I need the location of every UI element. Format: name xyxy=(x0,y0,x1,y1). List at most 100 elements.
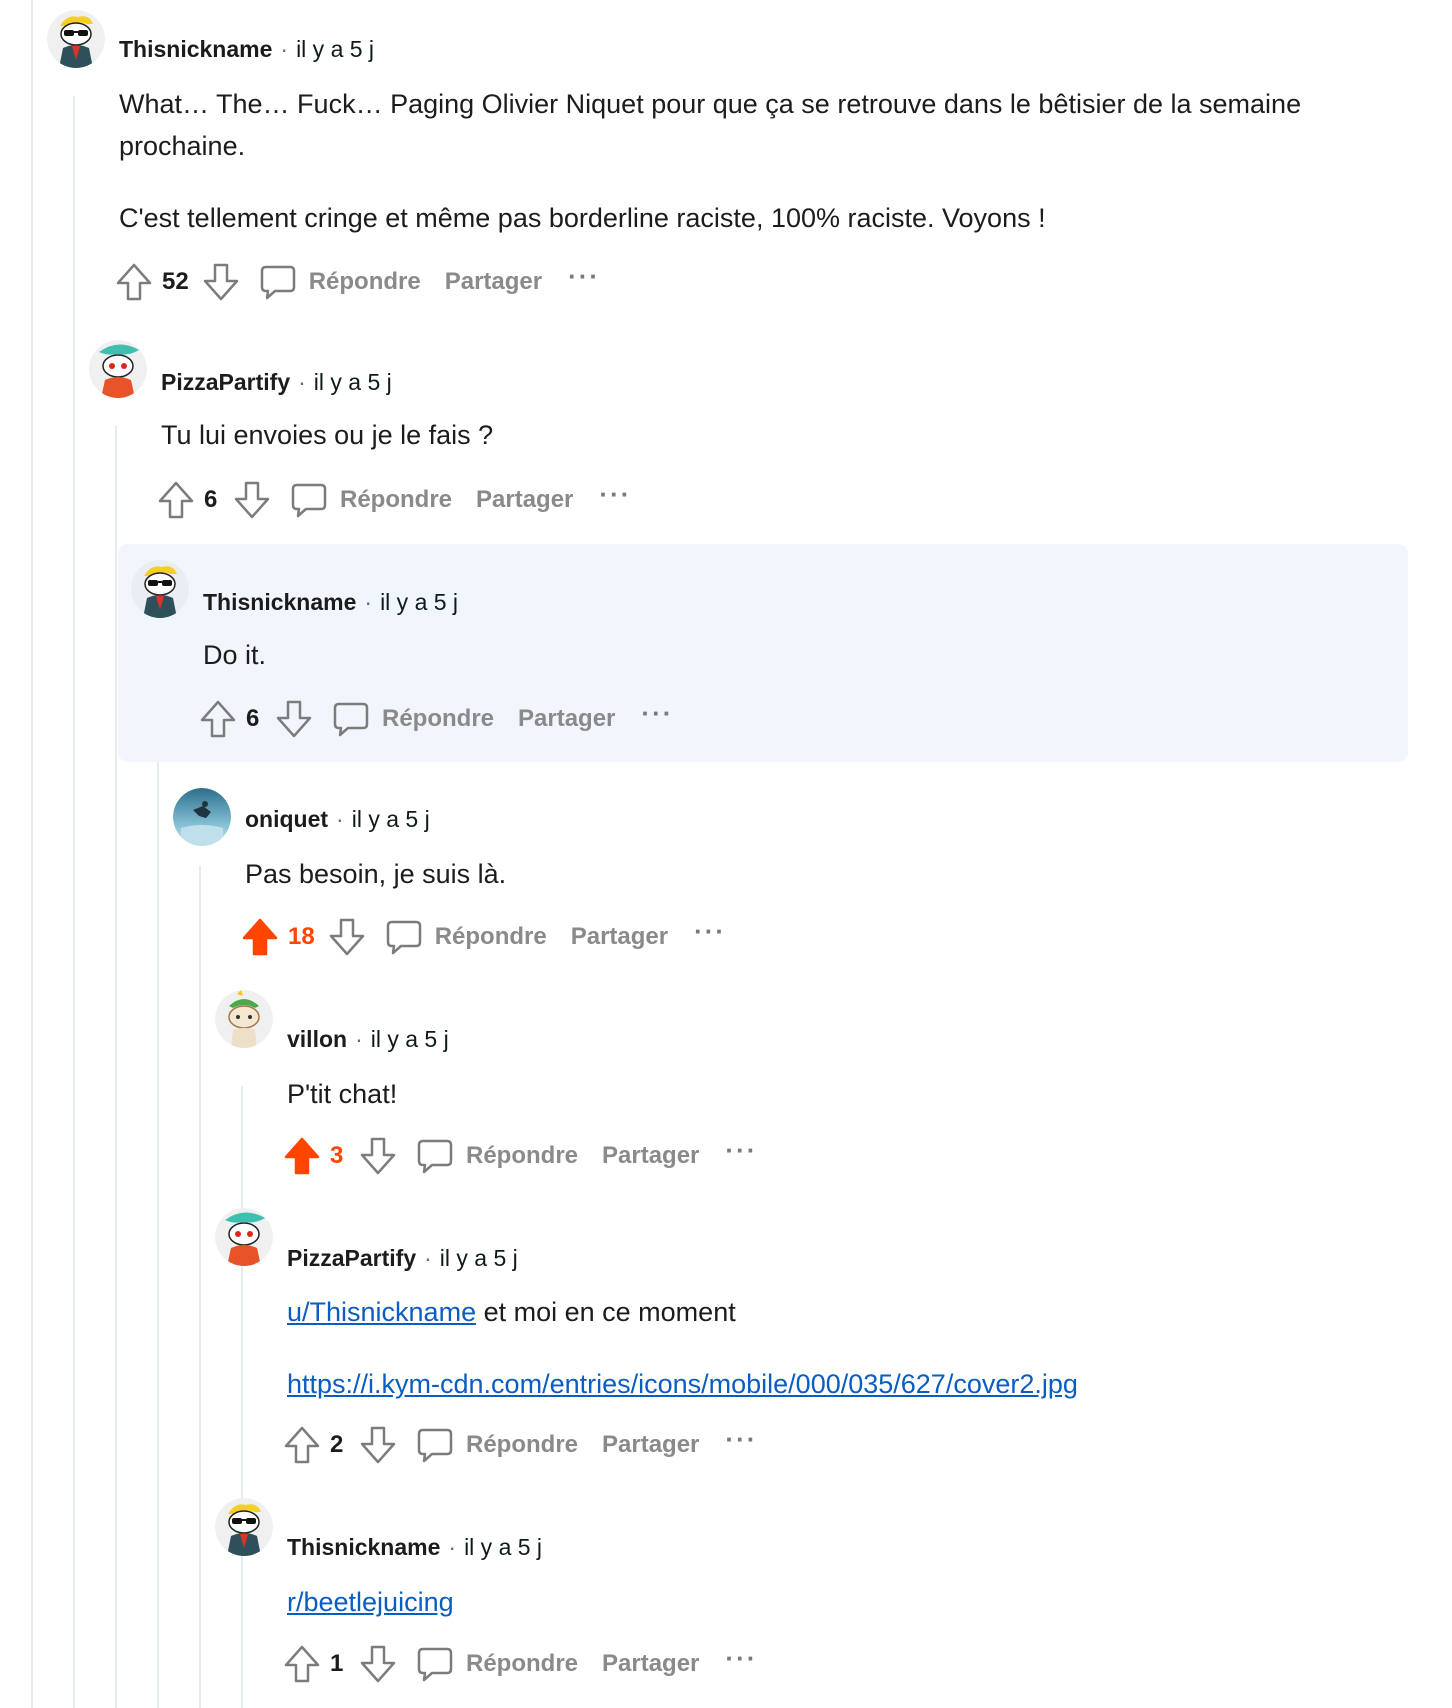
downvote-arrow-icon xyxy=(276,700,312,738)
downvote-button[interactable] xyxy=(358,1423,398,1467)
downvote-arrow-icon xyxy=(203,263,238,301)
comment-actions: 18 Répondre Partager ··· xyxy=(240,915,726,959)
reply-button[interactable]: Répondre xyxy=(259,263,421,301)
comment-bubble-icon xyxy=(417,1647,453,1682)
downvote-button[interactable] xyxy=(358,1134,398,1178)
vote-score: 6 xyxy=(246,705,260,732)
comment-author[interactable]: PizzaPartify xyxy=(161,369,290,395)
share-button[interactable]: Partager xyxy=(602,1431,699,1459)
snoo-shark-hat-avatar-icon xyxy=(89,340,147,398)
upvote-button[interactable] xyxy=(282,1134,322,1178)
comment-author[interactable]: Thisnickname xyxy=(203,589,356,615)
share-button[interactable]: Partager xyxy=(445,268,542,296)
share-button[interactable]: Partager xyxy=(571,923,668,951)
reply-label: Répondre xyxy=(434,923,547,950)
comment-time[interactable]: il y a 5 j xyxy=(380,589,458,615)
meta-separator: · xyxy=(448,1534,457,1560)
downvote-button[interactable] xyxy=(232,478,272,522)
reply-button[interactable]: Répondre xyxy=(416,1645,578,1683)
more-options-button[interactable]: ··· xyxy=(725,1135,757,1166)
more-options-button[interactable]: ··· xyxy=(568,261,600,292)
reply-label: Répondre xyxy=(308,268,421,295)
upvote-button[interactable] xyxy=(198,697,238,741)
user-avatar[interactable] xyxy=(89,340,147,398)
comment-time[interactable]: il y a 5 j xyxy=(352,806,430,832)
reply-button[interactable]: Répondre xyxy=(290,481,452,519)
more-options-button[interactable]: ··· xyxy=(725,1643,757,1674)
comment-bubble-icon xyxy=(333,702,369,737)
comment-meta: PizzaPartify · il y a 5 j xyxy=(287,1243,518,1273)
meta-separator: · xyxy=(424,1245,432,1271)
subreddit-link[interactable]: r/beetlejuicing xyxy=(287,1587,454,1617)
snoo-cat-hat-avatar-icon xyxy=(215,990,273,1048)
comment-author[interactable]: PizzaPartify xyxy=(287,1245,416,1271)
thread-line[interactable] xyxy=(157,646,159,1708)
thread-line[interactable] xyxy=(73,96,75,1708)
thread-line[interactable] xyxy=(241,1086,243,1708)
comment-author[interactable]: oniquet xyxy=(245,806,328,832)
thread-line[interactable] xyxy=(31,0,33,1708)
upvote-button[interactable] xyxy=(282,1642,322,1686)
upvote-button[interactable] xyxy=(240,915,280,959)
more-options-button[interactable]: ··· xyxy=(599,479,631,510)
downvote-arrow-icon xyxy=(360,1426,396,1464)
comment-paragraph: u/Thisnickname et moi en ce moment xyxy=(287,1291,1387,1333)
upvote-button[interactable] xyxy=(114,260,154,304)
comment-body: u/Thisnickname et moi en ce moment https… xyxy=(287,1291,1387,1405)
downvote-button[interactable] xyxy=(274,697,314,741)
user-avatar[interactable] xyxy=(47,10,105,68)
photo-avatar-icon xyxy=(173,788,231,846)
upvote-button[interactable] xyxy=(282,1423,322,1467)
user-avatar[interactable] xyxy=(173,788,231,846)
user-avatar[interactable] xyxy=(131,560,189,618)
user-mention-link[interactable]: u/Thisnickname xyxy=(287,1297,476,1327)
downvote-button[interactable] xyxy=(201,260,241,304)
comment-meta: Thisnickname · il y a 5 j xyxy=(287,1532,542,1562)
upvote-button[interactable] xyxy=(156,478,196,522)
comment-author[interactable]: villon xyxy=(287,1026,347,1052)
share-button[interactable]: Partager xyxy=(602,1142,699,1170)
thread-line[interactable] xyxy=(115,426,117,1708)
comment-meta: PizzaPartify · il y a 5 j xyxy=(161,367,392,397)
snoo-sunglasses-avatar-icon xyxy=(215,1498,273,1556)
downvote-button[interactable] xyxy=(327,915,367,959)
reply-label: Répondre xyxy=(466,1431,579,1458)
thread-line[interactable] xyxy=(199,866,201,1708)
downvote-arrow-icon xyxy=(360,1645,396,1683)
user-avatar[interactable] xyxy=(215,1208,273,1266)
comment-body: Do it. xyxy=(203,634,1353,676)
more-options-button[interactable]: ··· xyxy=(725,1424,757,1455)
user-avatar[interactable] xyxy=(215,990,273,1048)
reply-button[interactable]: Répondre xyxy=(416,1137,578,1175)
comment-time[interactable]: il y a 5 j xyxy=(296,36,374,62)
comment-paragraph: Do it. xyxy=(203,640,267,670)
downvote-button[interactable] xyxy=(358,1642,398,1686)
more-options-button[interactable]: ··· xyxy=(641,698,673,729)
comment-author[interactable]: Thisnickname xyxy=(119,36,272,62)
reply-label: Répondre xyxy=(466,1142,579,1169)
meta-separator: · xyxy=(355,1026,363,1052)
comment-bubble-icon xyxy=(417,1428,453,1463)
more-options-button[interactable]: ··· xyxy=(694,916,726,947)
share-button[interactable]: Partager xyxy=(518,705,615,733)
reply-button[interactable]: Répondre xyxy=(332,700,494,738)
comment-meta: villon · il y a 5 j xyxy=(287,1024,449,1054)
image-url-link[interactable]: https://i.kym-cdn.com/entries/icons/mobi… xyxy=(287,1369,1078,1399)
comment-time[interactable]: il y a 5 j xyxy=(314,369,392,395)
upvote-arrow-filled-icon xyxy=(284,1137,320,1175)
share-button[interactable]: Partager xyxy=(476,486,573,514)
vote-score: 1 xyxy=(330,1650,344,1677)
comment-author[interactable]: Thisnickname xyxy=(287,1534,440,1560)
reply-button[interactable]: Répondre xyxy=(385,918,547,956)
reply-button[interactable]: Répondre xyxy=(416,1426,578,1464)
comment-meta: Thisnickname · il y a 5 j xyxy=(119,34,374,64)
vote-score: 6 xyxy=(204,486,218,513)
mention-suffix: et moi en ce moment xyxy=(476,1297,736,1327)
share-button[interactable]: Partager xyxy=(602,1650,699,1678)
meta-separator: · xyxy=(280,36,289,62)
snoo-shark-hat-avatar-icon xyxy=(215,1208,273,1266)
comment-time[interactable]: il y a 5 j xyxy=(464,1534,542,1560)
comment-time[interactable]: il y a 5 j xyxy=(440,1245,518,1271)
comment-time[interactable]: il y a 5 j xyxy=(371,1026,449,1052)
user-avatar[interactable] xyxy=(215,1498,273,1556)
